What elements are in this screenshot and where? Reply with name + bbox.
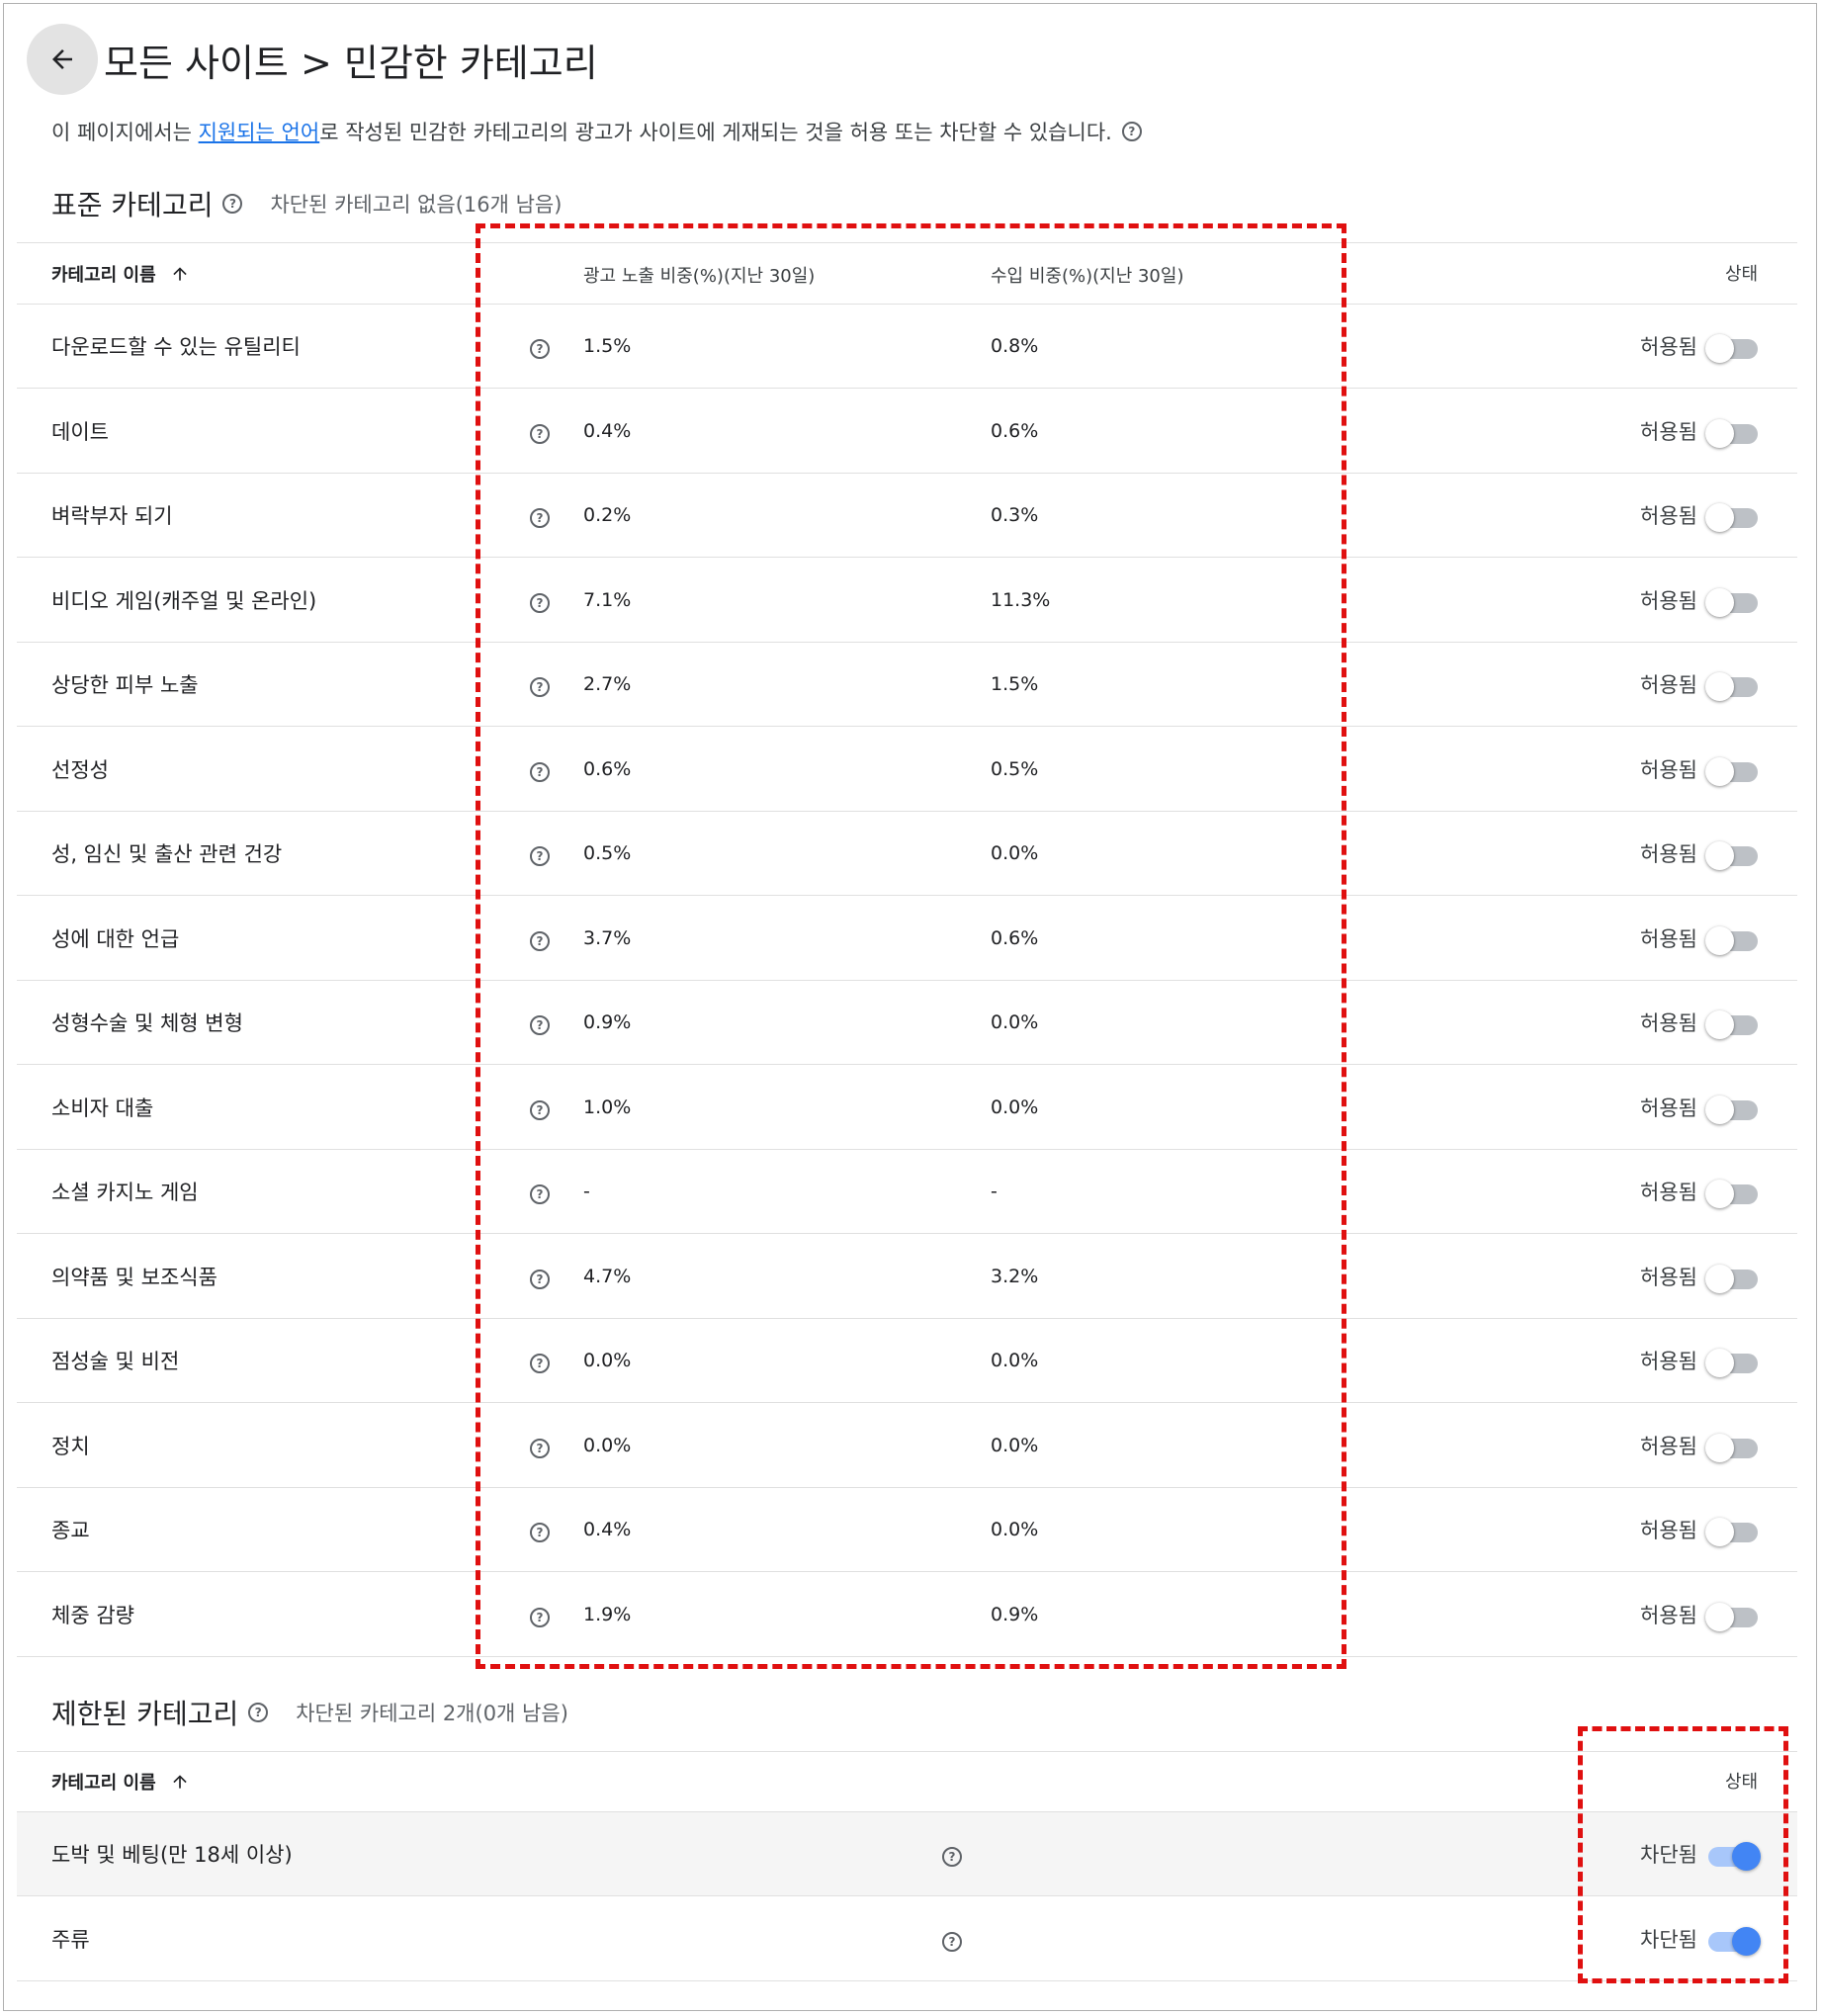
page-title: 모든 사이트 > 민감한 카테고리 (104, 41, 598, 85)
annotation-highlight-box (476, 223, 1346, 1669)
restricted-section-header: 제한된 카테고리 ? 차단된 카테고리 2개(0개 남음) (51, 1693, 568, 1732)
page-description: 이 페이지에서는 지원되는 언어 로 작성된 민감한 카테고리의 광고가 사이트… (51, 117, 1142, 146)
arrow-up-sort-icon (172, 267, 187, 281)
description-suffix: 로 작성된 민감한 카테고리의 광고가 사이트에 게재되는 것을 허용 또는 차… (319, 121, 1112, 144)
status-label: 허용됨 (1640, 504, 1697, 528)
block-toggle[interactable] (1705, 1512, 1763, 1547)
toggle-knob (1705, 1349, 1734, 1377)
table-row: 도박 및 베팅(만 18세 이상)? 차단됨 (17, 1812, 1797, 1896)
status-label: 허용됨 (1640, 335, 1697, 359)
category-name: 다운로드할 수 있는 유틸리티 (51, 335, 301, 359)
toggle-knob (1705, 1518, 1734, 1546)
category-name: 데이트 (51, 419, 109, 444)
category-help: ? (942, 1897, 962, 1980)
status-label: 허용됨 (1640, 1519, 1697, 1542)
status-label: 허용됨 (1640, 588, 1697, 613)
block-toggle[interactable] (1705, 413, 1763, 449)
toggle-knob (1705, 503, 1734, 532)
status-label: 허용됨 (1640, 1096, 1697, 1120)
restricted-section-subtitle: 차단된 카테고리 2개(0개 남음) (296, 1702, 568, 1725)
category-name: 성에 대한 언급 (51, 926, 180, 951)
category-name: 의약품 및 보조식품 (51, 1265, 217, 1289)
column-header-label: 카테고리 이름 (51, 265, 156, 286)
category-name: 종교 (51, 1519, 90, 1542)
block-toggle[interactable] (1705, 751, 1763, 787)
restricted-section-title: 제한된 카테고리 (51, 1698, 239, 1730)
divider (17, 1751, 1797, 1752)
status-label: 허용됨 (1640, 419, 1697, 444)
block-toggle[interactable] (1705, 1343, 1763, 1378)
supported-languages-link[interactable]: 지원되는 언어 (199, 117, 320, 146)
block-toggle[interactable] (1705, 920, 1763, 956)
toggle-knob (1705, 587, 1734, 617)
back-button[interactable] (27, 24, 98, 95)
category-name: 소셜 카지노 게임 (51, 1181, 199, 1204)
status-label: 허용됨 (1640, 757, 1697, 782)
block-toggle[interactable] (1705, 1259, 1763, 1294)
help-icon[interactable]: ? (222, 194, 243, 214)
toggle-knob (1705, 925, 1734, 955)
standard-section-subtitle: 차단된 카테고리 없음(16개 남음) (270, 193, 563, 217)
category-name: 상당한 피부 노출 (51, 673, 199, 697)
column-header-status: 상태 (1725, 264, 1759, 285)
category-help: ? (942, 1812, 962, 1895)
category-name: 성형수술 및 체형 변형 (51, 1011, 243, 1035)
help-icon[interactable]: ? (248, 1703, 269, 1722)
block-toggle[interactable] (1705, 497, 1763, 533)
toggle-knob (1705, 1602, 1734, 1631)
toggle-knob (1705, 1433, 1734, 1462)
status-label: 허용됨 (1640, 1434, 1697, 1458)
help-icon[interactable]: ? (1121, 122, 1142, 141)
status-label: 허용됨 (1640, 1181, 1697, 1204)
block-toggle[interactable] (1705, 1597, 1763, 1632)
block-toggle[interactable] (1705, 666, 1763, 702)
standard-section-title: 표준 카테고리 (51, 189, 214, 221)
standard-section-header: 표준 카테고리 ? 차단된 카테고리 없음(16개 남음) (51, 184, 562, 223)
toggle-knob (1705, 334, 1734, 363)
column-header-category-name[interactable]: 카테고리 이름 (51, 1769, 190, 1795)
category-name: 소비자 대출 (51, 1096, 154, 1120)
category-name: 비디오 게임(캐주얼 및 온라인) (51, 588, 317, 613)
help-icon[interactable]: ? (942, 1931, 962, 1952)
status-label: 허용됨 (1640, 1265, 1697, 1289)
toggle-knob (1705, 1010, 1734, 1039)
status-label: 허용됨 (1640, 1011, 1697, 1035)
block-toggle[interactable] (1705, 1428, 1763, 1463)
block-toggle[interactable] (1705, 328, 1763, 364)
toggle-knob (1705, 1180, 1734, 1208)
block-toggle[interactable] (1705, 1005, 1763, 1040)
toggle-knob (1705, 756, 1734, 786)
toggle-knob (1705, 1095, 1734, 1124)
category-name: 성, 임신 및 출산 관련 건강 (51, 842, 283, 866)
block-toggle[interactable] (1705, 835, 1763, 871)
description-prefix: 이 페이지에서는 (51, 121, 199, 144)
toggle-knob (1705, 1264, 1734, 1293)
block-toggle[interactable] (1705, 582, 1763, 618)
block-toggle[interactable] (1705, 1174, 1763, 1209)
toggle-knob (1705, 672, 1734, 701)
status-label: 허용됨 (1640, 842, 1697, 866)
toggle-knob (1705, 418, 1734, 448)
column-header-label: 카테고리 이름 (51, 1773, 156, 1794)
category-name: 정치 (51, 1434, 90, 1458)
category-name: 도박 및 베팅(만 18세 이상) (51, 1843, 293, 1867)
help-icon[interactable]: ? (942, 1847, 962, 1867)
category-name: 체중 감량 (51, 1603, 134, 1627)
status-label: 허용됨 (1640, 926, 1697, 951)
status-label: 허용됨 (1640, 1350, 1697, 1373)
category-name: 점성술 및 비전 (51, 1350, 180, 1373)
annotation-highlight-box (1578, 1726, 1788, 1983)
status-label: 허용됨 (1640, 1603, 1697, 1627)
arrow-up-sort-icon (172, 1775, 187, 1789)
category-name: 벼락부자 되기 (51, 504, 173, 528)
category-name: 주류 (51, 1927, 90, 1952)
arrow-back-icon (52, 49, 72, 69)
toggle-knob (1705, 841, 1734, 870)
page-header: 모든 사이트 > 민감한 카테고리 (27, 22, 598, 97)
category-name: 선정성 (51, 757, 109, 782)
table-row: 주류? 차단됨 (17, 1897, 1797, 1981)
block-toggle[interactable] (1705, 1090, 1763, 1125)
column-header-category-name[interactable]: 카테고리 이름 (51, 261, 190, 287)
status-label: 허용됨 (1640, 673, 1697, 697)
